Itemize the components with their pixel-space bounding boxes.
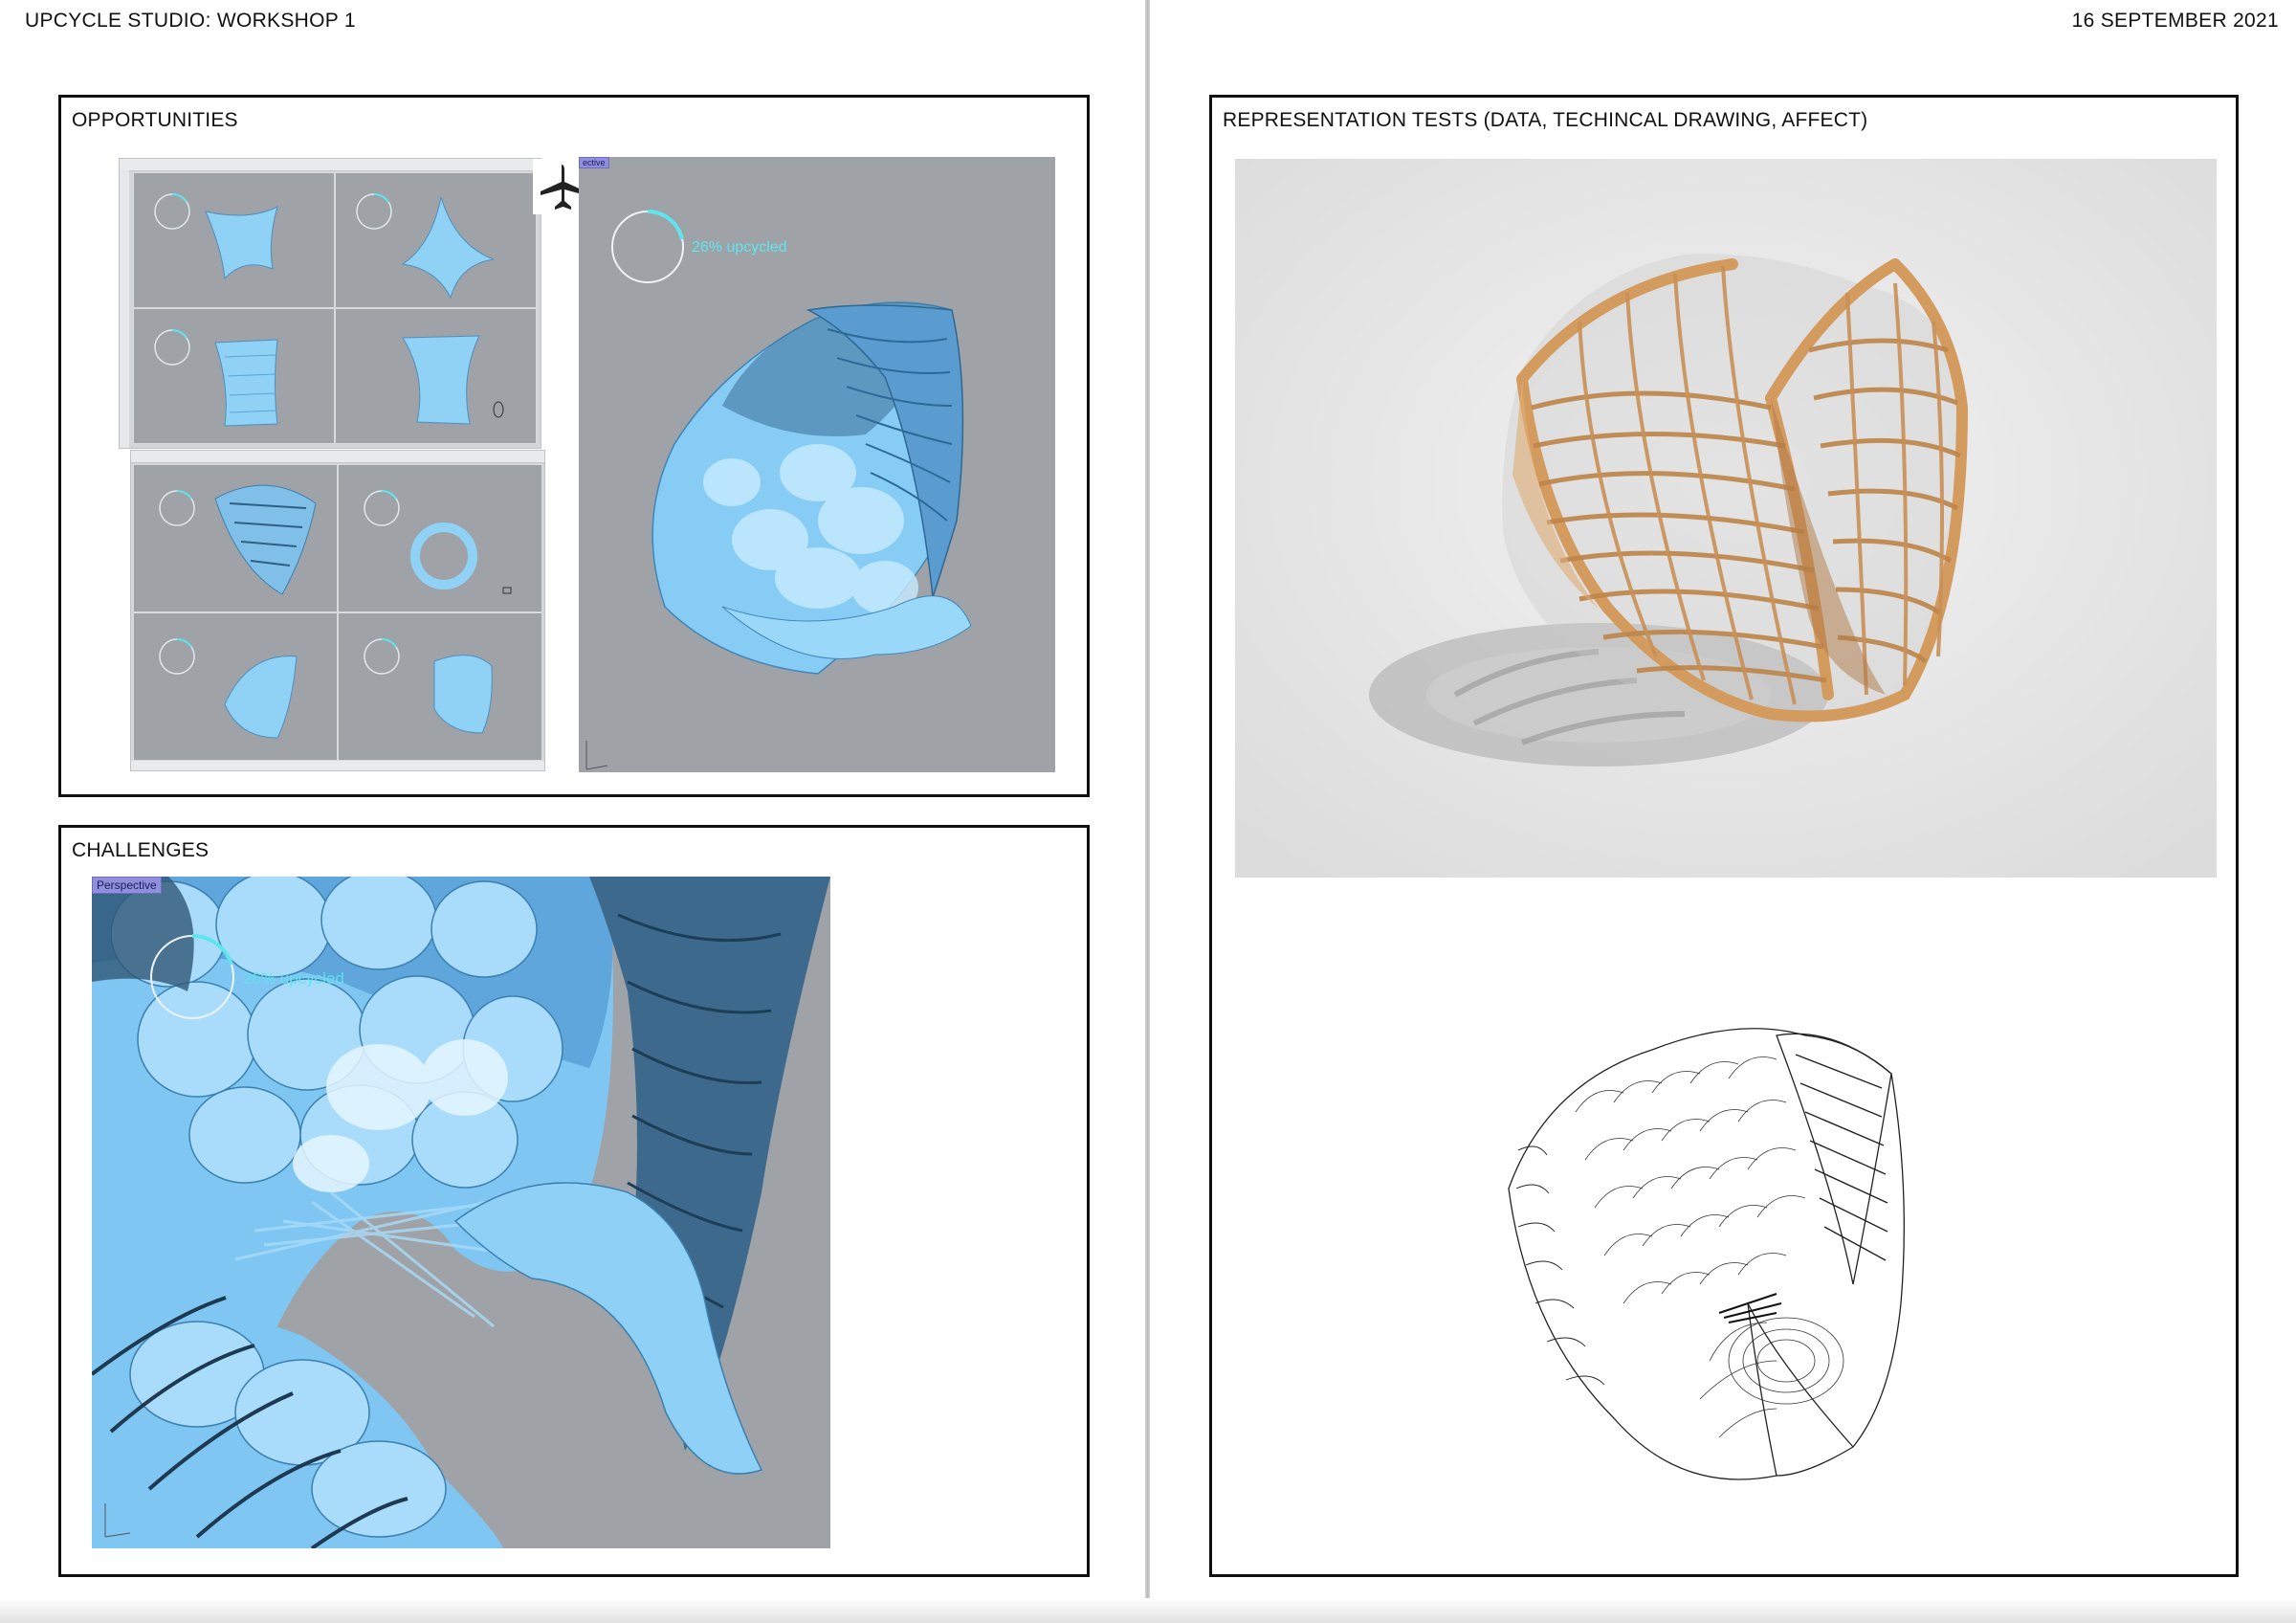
rhino-viewport: [133, 612, 338, 761]
timber-shell-image: [1235, 159, 2217, 878]
rhino-viewport: [338, 612, 542, 761]
shell-top-ring-view: [364, 489, 512, 594]
representation-panel: REPRESENTATION TESTS (DATA, TECHINCAL DR…: [1209, 95, 2239, 1577]
viewport-tab[interactable]: Perspective: [92, 877, 162, 894]
rhino-viewport: [338, 464, 542, 612]
page-spine: [1145, 0, 1150, 1623]
opportunities-panel: OPPORTUNITIES ective 26% upcycled: [58, 95, 1090, 797]
challenges-closeup-viewport: 26% upcycled Perspective: [92, 877, 830, 1548]
rhino-sidebar: [120, 170, 129, 448]
challenges-title: CHALLENGES: [72, 839, 210, 861]
document-title: UPCYCLE STUDIO: WORKSHOP 1: [25, 10, 356, 32]
rhino-screenshot-bottom: [130, 450, 545, 771]
rhino-viewport: [133, 308, 335, 444]
shell-right-view: [402, 335, 504, 425]
twisted-shell-front-view: [356, 192, 495, 300]
rhino-viewport: [133, 464, 338, 612]
shell-perspective-view: [159, 484, 317, 595]
shell-wireframe-image: [1508, 1028, 1905, 1480]
opportunities-title: OPPORTUNITIES: [72, 109, 238, 131]
upcycled-label: 26% upcycled: [692, 239, 787, 256]
rhino-tab-bar: [131, 761, 544, 770]
upcycled-label: 26% upcycled: [243, 969, 344, 988]
opportunities-perspective-viewport: ective 26% upcycled: [579, 157, 1055, 772]
shell-closeup-render: 26% upcycled: [92, 877, 830, 1548]
representation-title: REPRESENTATION TESTS (DATA, TECHINCAL DR…: [1223, 109, 1868, 131]
rhino-viewport: [335, 308, 537, 444]
document-date: 16 SEPTEMBER 2021: [2071, 10, 2279, 32]
rhino-screenshot-top: [119, 158, 541, 449]
axis-gizmo-icon: [585, 741, 608, 770]
technical-line-drawing: [1490, 997, 1949, 1533]
rhino-viewport: [133, 172, 335, 308]
shell-right-view-2: [364, 637, 493, 734]
shell-front-view-2: [159, 637, 298, 739]
shell-side-view: [154, 328, 278, 427]
challenges-panel: CHALLENGES 26% upcycled Perspective: [58, 825, 1090, 1577]
rhino-toolbar: [120, 159, 541, 171]
rhino-viewport: [335, 172, 537, 308]
shell-model-render: 26% upcycled: [585, 210, 972, 770]
page-bottom-edge: [0, 1598, 2296, 1623]
twisted-shell-top-view: [154, 192, 278, 280]
rhino-toolbar: [131, 451, 544, 463]
timber-shell-render: [1235, 159, 2217, 878]
